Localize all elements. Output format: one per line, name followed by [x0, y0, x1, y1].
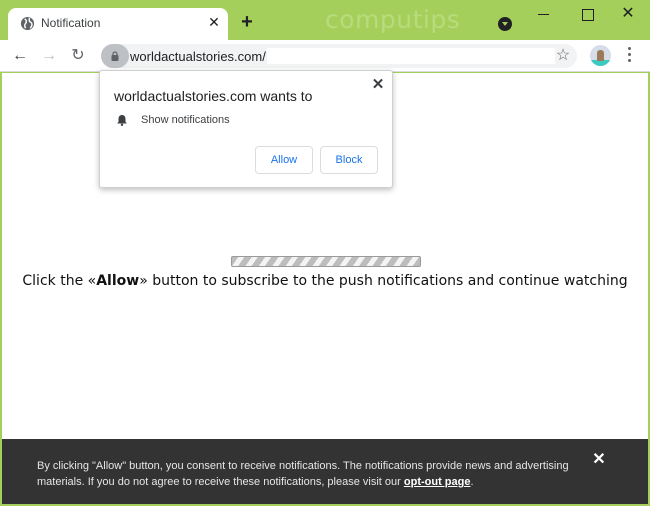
forward-button[interactable]: →: [39, 46, 59, 66]
site-info-button[interactable]: [101, 44, 129, 68]
tab-title: Notification: [41, 16, 101, 30]
tab-notification[interactable]: Notification ✕: [8, 8, 228, 40]
browser-toolbar: ← → ↻ worldactualstories.com/ ☆: [0, 40, 650, 72]
consent-close-icon[interactable]: ✕: [591, 452, 607, 468]
allow-button[interactable]: Allow: [255, 146, 313, 174]
watermark: computips: [325, 5, 461, 34]
window-close-button[interactable]: ✕: [616, 4, 640, 24]
tab-close-icon[interactable]: ✕: [206, 14, 222, 30]
back-button[interactable]: ←: [10, 46, 30, 66]
consent-bar: By clicking "Allow" button, you consent …: [2, 439, 648, 504]
loading-progress-bar: [231, 256, 421, 267]
bookmark-star-icon[interactable]: ☆: [554, 47, 572, 65]
block-button[interactable]: Block: [320, 146, 378, 174]
url-text[interactable]: worldactualstories.com/: [130, 49, 266, 64]
bell-icon: [117, 115, 127, 126]
reload-button[interactable]: ↻: [68, 46, 88, 66]
kebab-menu-icon[interactable]: [624, 47, 634, 65]
globe-icon: [20, 16, 35, 31]
popup-title: worldactualstories.com wants to: [114, 88, 313, 104]
maximize-button[interactable]: [575, 4, 599, 24]
permission-label: Show notifications: [141, 114, 230, 126]
notification-permission-popup: worldactualstories.com wants to ✕ Show n…: [99, 70, 393, 188]
title-bar: Notification ✕ + computips ✕: [0, 0, 650, 40]
profile-dropdown-icon[interactable]: [498, 17, 512, 31]
url-selection: [267, 48, 555, 64]
opt-out-link[interactable]: opt-out page: [404, 476, 471, 488]
minimize-button[interactable]: [532, 4, 556, 24]
page-headline: Click the «Allow» button to subscribe to…: [22, 273, 628, 289]
lock-icon: [111, 51, 119, 61]
profile-avatar[interactable]: [590, 45, 611, 66]
address-bar[interactable]: worldactualstories.com/ ☆: [101, 44, 577, 68]
consent-text: By clicking "Allow" button, you consent …: [37, 460, 569, 488]
popup-close-icon[interactable]: ✕: [370, 75, 386, 93]
new-tab-button[interactable]: +: [238, 12, 256, 32]
headline-allow-word: Allow: [96, 273, 140, 289]
